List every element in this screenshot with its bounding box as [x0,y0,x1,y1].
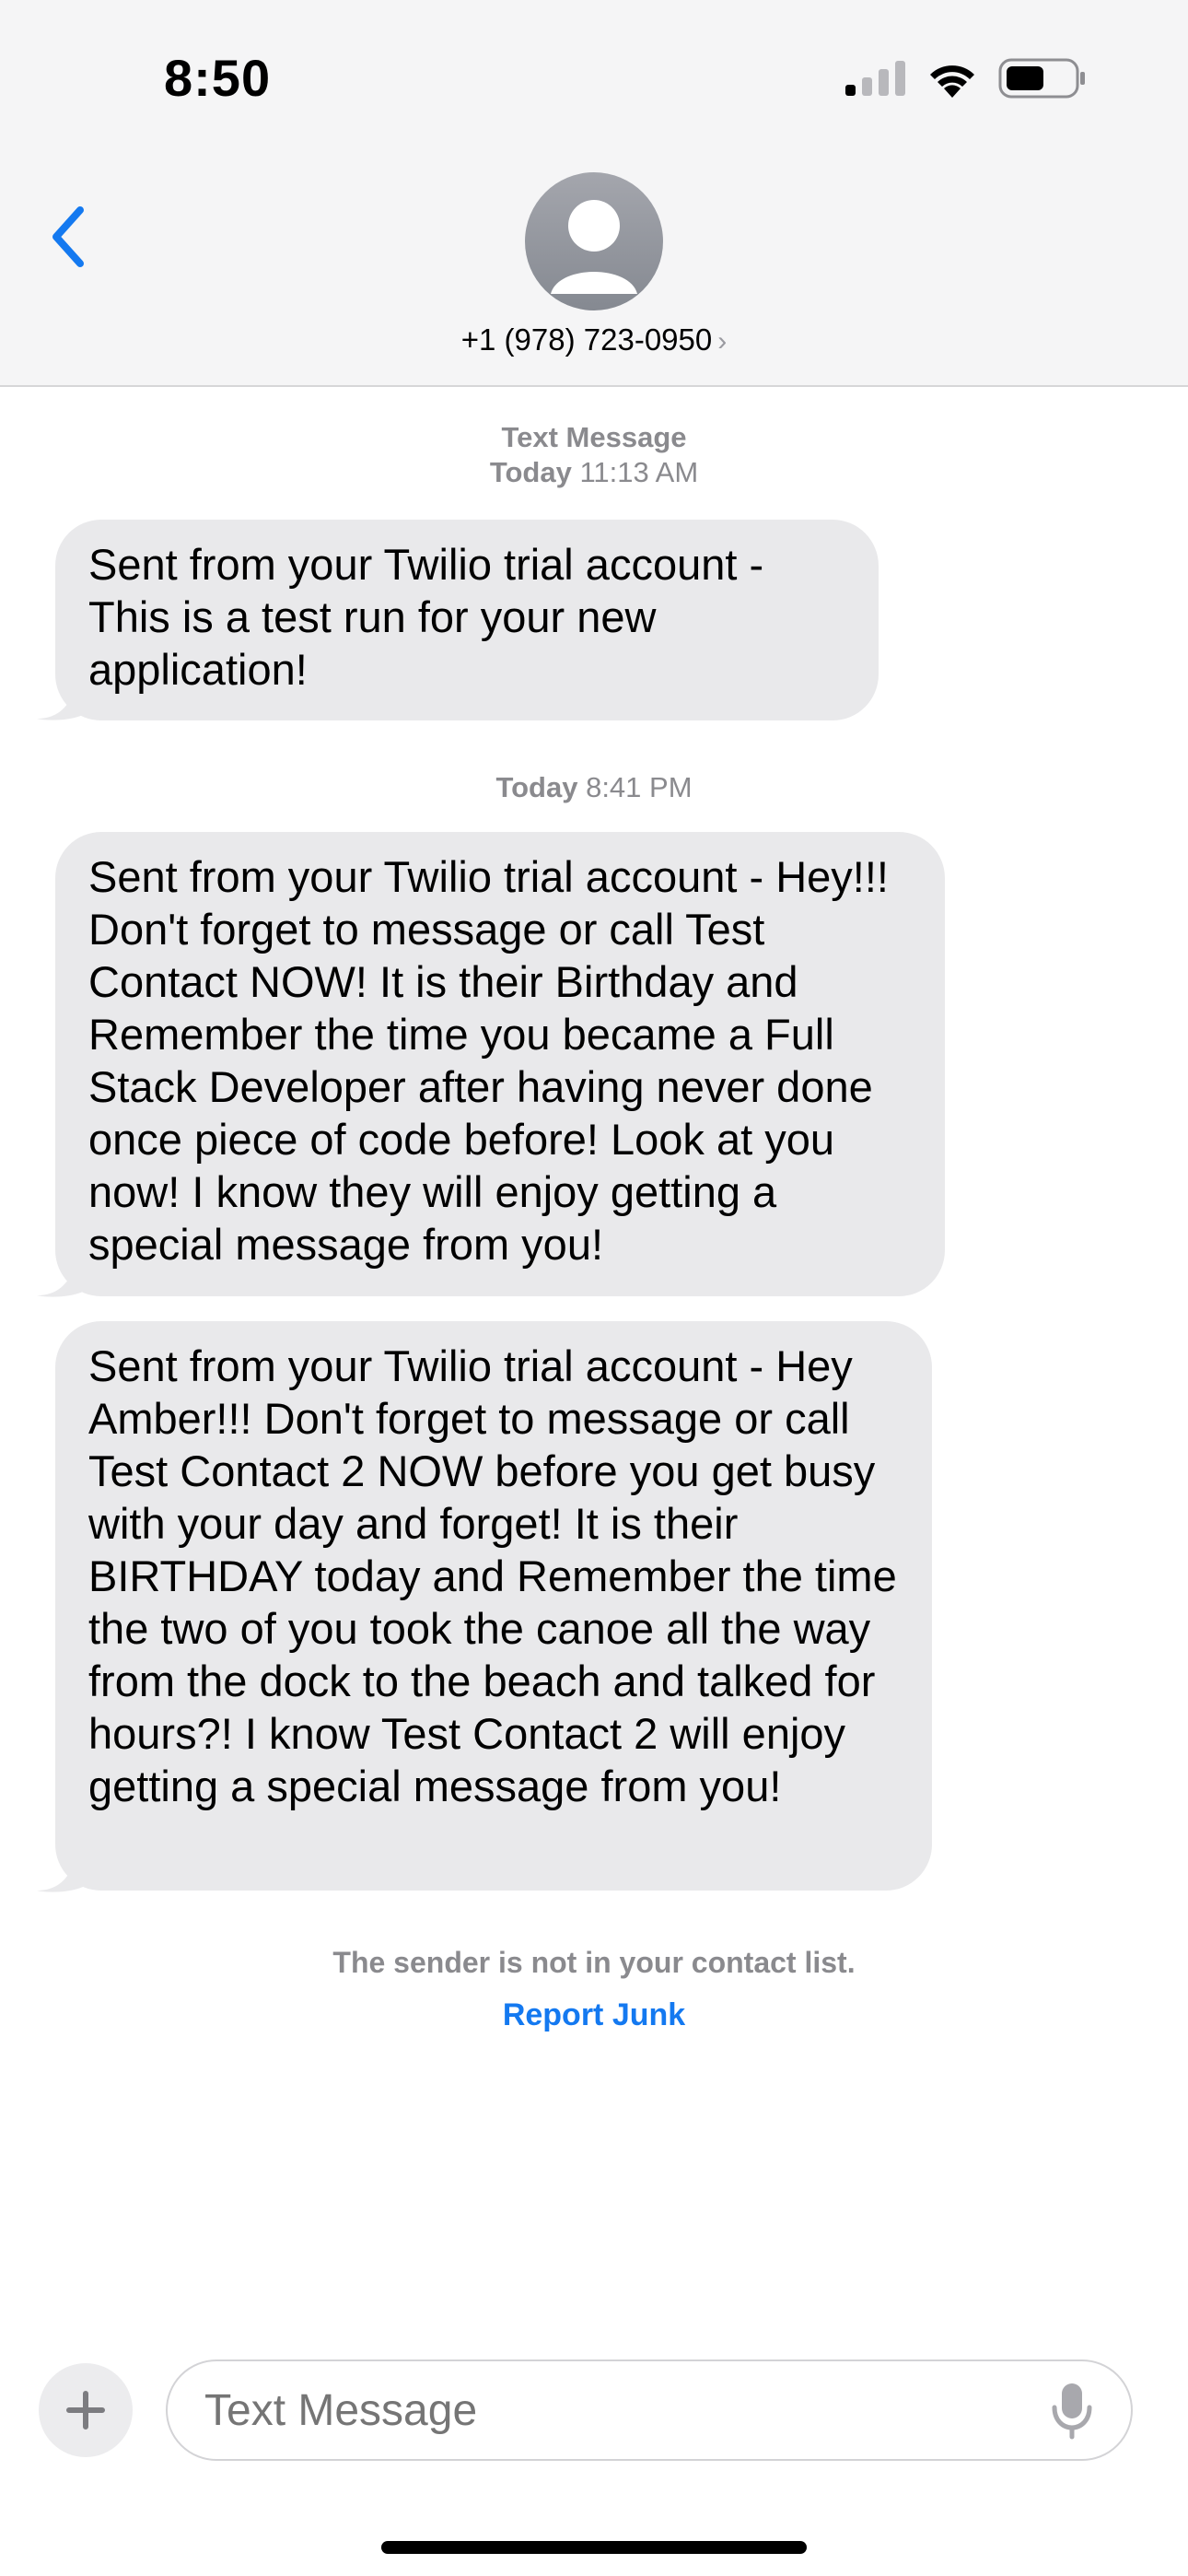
chevron-right-icon: › [717,326,728,357]
contact-name-button[interactable]: +1 (978) 723-0950 › [0,322,1188,357]
timestamp-time: 11:13 AM [579,456,699,488]
wifi-icon [930,65,974,98]
contact-avatar[interactable] [525,172,663,310]
message-type-label: Text Message [501,421,687,453]
person-avatar-icon [551,200,637,294]
message-bubble[interactable]: Sent from your Twilio trial account - Th… [55,520,879,720]
status-icons [845,55,1087,101]
status-time: 8:50 [164,49,272,107]
message-input[interactable] [166,2359,1133,2461]
timestamp-header: Today 8:41 PM [0,770,1188,805]
chevron-left-icon [52,206,84,267]
battery-icon [998,58,1085,99]
timestamp-header: Text Message Today 11:13 AM [0,420,1188,490]
timestamp-day: Today [495,771,578,803]
cellular-signal-icon [845,61,905,96]
plus-icon [66,2391,105,2430]
report-junk-link[interactable]: Report Junk [0,1997,1188,2033]
timestamp-day: Today [489,456,572,488]
home-indicator[interactable] [381,2541,807,2554]
timestamp-time: 8:41 PM [586,771,693,803]
back-button[interactable] [35,195,99,278]
message-bubble[interactable]: Sent from your Twilio trial account - He… [55,832,945,1296]
unknown-sender-notice: The sender is not in your contact list. [332,1946,856,1979]
contact-name: +1 (978) 723-0950 [460,322,713,357]
add-attachment-button[interactable] [39,2363,133,2457]
navigation-header: 8:50 +1 (978) 723-0950 › [0,0,1188,387]
microphone-icon[interactable] [1050,2382,1094,2441]
message-bubble[interactable]: Sent from your Twilio trial account - He… [55,1321,932,1891]
